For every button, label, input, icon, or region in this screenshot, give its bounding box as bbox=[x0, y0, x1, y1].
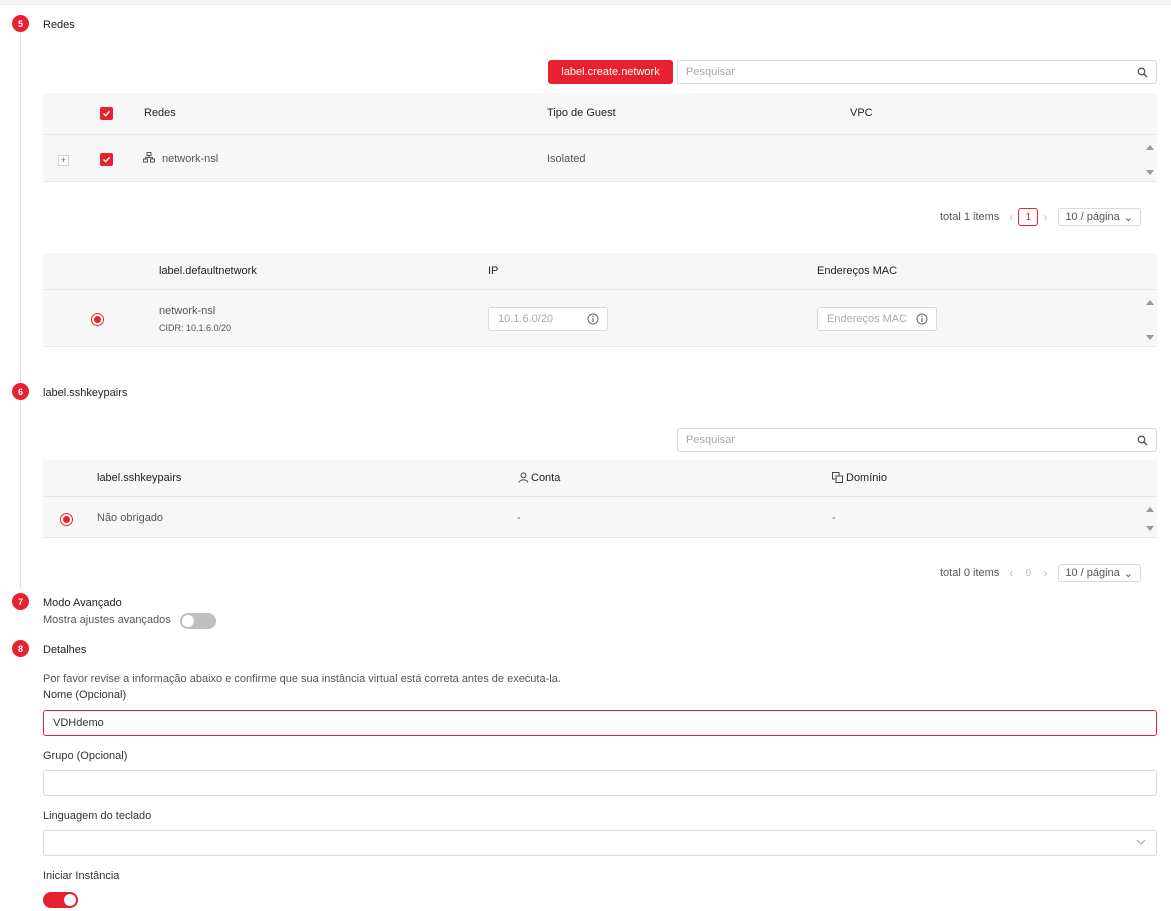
page-size-value: 10 / página bbox=[1065, 211, 1120, 223]
group-label: Grupo (Opcional) bbox=[43, 750, 128, 762]
default-network-name: network-nsl bbox=[159, 305, 216, 317]
table-row[interactable]: Não obrigado - - bbox=[43, 497, 1157, 538]
guest-type-value: Isolated bbox=[547, 153, 586, 165]
column-header-vpc[interactable]: VPC bbox=[850, 107, 873, 119]
mac-address-input[interactable]: Endereços MAC bbox=[817, 307, 937, 331]
table-scrollbar[interactable] bbox=[1143, 290, 1157, 346]
column-header-default-network: label.defaultnetwork bbox=[159, 265, 257, 277]
default-network-table-header: label.defaultnetwork IP Endereços MAC bbox=[43, 253, 1157, 290]
row-checkbox[interactable] bbox=[100, 153, 113, 166]
ip-placeholder: 10.1.6.0/20 bbox=[498, 313, 554, 325]
step-8-indicator: 8 bbox=[12, 640, 29, 657]
table-row[interactable]: + network-nsl Isolated bbox=[43, 135, 1157, 182]
network-name[interactable]: network-nsl bbox=[162, 153, 218, 165]
chevron-right-icon[interactable]: › bbox=[1043, 566, 1047, 580]
name-input[interactable] bbox=[44, 711, 1156, 735]
sshkeypairs-pagination: total 0 items ‹ 0 › 10 / página ⌄ bbox=[940, 564, 1142, 582]
column-header-guest-type[interactable]: Tipo de Guest bbox=[547, 107, 616, 119]
networks-search-input[interactable] bbox=[678, 66, 1128, 78]
search-icon[interactable] bbox=[1128, 435, 1156, 446]
step-number: 5 bbox=[17, 18, 23, 29]
step-7-title: Modo Avançado bbox=[43, 597, 122, 609]
create-network-button[interactable]: label.create.network bbox=[548, 60, 673, 84]
account-value: - bbox=[517, 512, 521, 524]
step-5-indicator: 5 bbox=[12, 15, 29, 32]
pagination-total: total 1 items bbox=[940, 211, 1000, 223]
page-number[interactable]: 0 bbox=[1018, 564, 1038, 582]
chevron-down-icon: ⌄ bbox=[1123, 211, 1133, 224]
toggle-knob bbox=[64, 894, 76, 906]
table-scrollbar[interactable] bbox=[1143, 497, 1157, 537]
networks-table-header: Redes Tipo de Guest VPC bbox=[43, 93, 1157, 135]
top-divider bbox=[0, 0, 1171, 5]
steps-timeline bbox=[20, 28, 21, 588]
toggle-knob bbox=[182, 615, 194, 627]
page-size-select[interactable]: 10 / página ⌄ bbox=[1058, 564, 1142, 582]
start-instance-label: Iniciar Instância bbox=[43, 870, 120, 882]
column-header-sshkeypairs[interactable]: label.sshkeypairs bbox=[97, 472, 181, 484]
page-size-value: 10 / página bbox=[1065, 567, 1120, 579]
keyboard-label: Linguagem do teclado bbox=[43, 810, 152, 822]
page-size-select[interactable]: 10 / página ⌄ bbox=[1058, 208, 1142, 226]
advanced-settings-toggle[interactable] bbox=[180, 613, 216, 629]
search-icon[interactable] bbox=[1128, 67, 1156, 78]
select-all-checkbox[interactable] bbox=[100, 107, 113, 120]
step-number: 7 bbox=[17, 596, 23, 607]
step-number: 6 bbox=[17, 386, 23, 397]
step-number: 8 bbox=[17, 643, 23, 654]
sshkeypairs-search bbox=[677, 428, 1157, 452]
networks-search bbox=[677, 60, 1157, 84]
expand-row-button[interactable]: + bbox=[58, 155, 69, 166]
group-field bbox=[43, 770, 1157, 796]
group-input[interactable] bbox=[44, 771, 1156, 795]
sshkeypair-radio[interactable] bbox=[60, 513, 73, 526]
column-header-mac: Endereços MAC bbox=[817, 265, 898, 277]
column-header-account[interactable]: Conta bbox=[531, 472, 560, 484]
table-scrollbar[interactable] bbox=[1143, 135, 1157, 181]
default-network-cidr: CIDR: 10.1.6.0/20 bbox=[159, 323, 232, 333]
chevron-down-icon bbox=[1136, 837, 1146, 850]
sshkeypairs-search-input[interactable] bbox=[678, 434, 1128, 446]
step-6-title: label.sshkeypairs bbox=[43, 387, 128, 399]
step-6-indicator: 6 bbox=[12, 383, 29, 400]
info-icon[interactable] bbox=[916, 313, 928, 328]
default-network-radio[interactable] bbox=[91, 313, 104, 326]
keyboard-select[interactable] bbox=[43, 830, 1157, 856]
chevron-left-icon[interactable]: ‹ bbox=[1009, 210, 1013, 224]
sshkeypair-name: Não obrigado bbox=[97, 512, 164, 524]
ip-address-input[interactable]: 10.1.6.0/20 bbox=[488, 307, 608, 331]
domain-value: - bbox=[832, 512, 836, 524]
sshkeypairs-table-header: label.sshkeypairs Conta Domínio bbox=[43, 460, 1157, 497]
table-row[interactable]: network-nsl CIDR: 10.1.6.0/20 10.1.6.0/2… bbox=[43, 290, 1157, 347]
step-8-title: Detalhes bbox=[43, 644, 87, 656]
pagination-total: total 0 items bbox=[940, 567, 1000, 579]
column-header-networks[interactable]: Redes bbox=[144, 107, 176, 119]
domain-icon bbox=[832, 472, 843, 486]
mac-placeholder: Endereços MAC bbox=[827, 313, 908, 325]
network-tree-icon bbox=[143, 152, 155, 166]
step-5-title: Redes bbox=[43, 19, 75, 31]
column-header-ip: IP bbox=[488, 265, 499, 277]
chevron-right-icon[interactable]: › bbox=[1043, 210, 1047, 224]
info-icon[interactable] bbox=[587, 313, 599, 328]
chevron-left-icon[interactable]: ‹ bbox=[1009, 566, 1013, 580]
step-7-indicator: 7 bbox=[12, 593, 29, 610]
user-icon bbox=[518, 472, 529, 486]
page-number[interactable]: 1 bbox=[1018, 208, 1039, 226]
name-field bbox=[43, 710, 1157, 736]
column-header-domain[interactable]: Domínio bbox=[846, 472, 887, 484]
networks-pagination: total 1 items ‹ 1 › 10 / página ⌄ bbox=[940, 208, 1142, 226]
advanced-toggle-label: Mostra ajustes avançados bbox=[43, 614, 171, 626]
start-instance-toggle[interactable] bbox=[43, 892, 78, 908]
name-label: Nome (Opcional) bbox=[43, 689, 127, 701]
details-description: Por favor revise a informação abaixo e c… bbox=[43, 673, 561, 685]
chevron-down-icon: ⌄ bbox=[1123, 567, 1133, 580]
